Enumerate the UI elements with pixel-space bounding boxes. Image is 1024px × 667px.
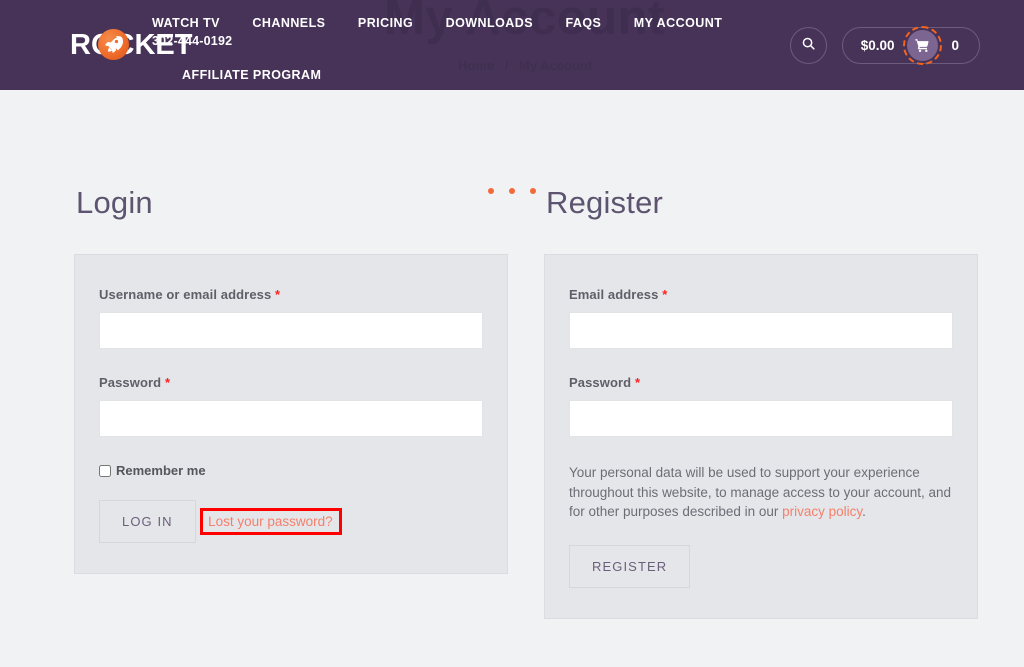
nav-item-my-account[interactable]: MY ACCOUNT xyxy=(634,16,723,30)
register-column: Register Email address * Password * Your… xyxy=(544,185,978,620)
login-password-label-text: Password xyxy=(99,375,162,390)
rocket-icon xyxy=(98,29,129,60)
header-actions: $0.00 0 xyxy=(789,26,980,65)
login-panel: Username or email address * Password * R… xyxy=(74,254,508,574)
register-button[interactable]: REGISTER xyxy=(569,545,691,589)
shopping-cart-icon[interactable] xyxy=(903,26,943,65)
register-password-label-text: Password xyxy=(569,375,632,390)
privacy-policy-link[interactable]: privacy policy xyxy=(782,504,862,519)
nav-item-affiliate-program[interactable]: AFFILIATE PROGRAM xyxy=(182,68,321,82)
remember-me-label: Remember me xyxy=(116,463,206,478)
main-navigation: WATCH TV CHANNELS PRICING DOWNLOADS FAQS… xyxy=(152,14,772,84)
account-columns: Login Username or email address * Passwo… xyxy=(74,185,979,620)
nav-row-secondary: AFFILIATE PROGRAM xyxy=(152,66,772,84)
nav-item-pricing[interactable]: PRICING xyxy=(358,16,413,30)
cart-amount: $0.00 xyxy=(860,38,895,53)
nav-item-channels[interactable]: CHANNELS xyxy=(252,16,325,30)
username-label: Username or email address * xyxy=(99,287,483,302)
search-button[interactable] xyxy=(789,27,827,64)
main-content: Login Username or email address * Passwo… xyxy=(0,90,1024,667)
privacy-notice: Your personal data will be used to suppo… xyxy=(569,463,953,522)
username-required-marker: * xyxy=(275,287,281,302)
register-password-label: Password * xyxy=(569,375,953,390)
email-label: Email address * xyxy=(569,287,953,302)
email-label-text: Email address xyxy=(569,287,659,302)
email-required-marker: * xyxy=(662,287,668,302)
login-heading: Login xyxy=(76,185,153,220)
privacy-notice-text-before: Your personal data will be used to suppo… xyxy=(569,465,951,520)
cart-item-count: 0 xyxy=(951,38,959,53)
nav-row-primary: WATCH TV CHANNELS PRICING DOWNLOADS FAQS… xyxy=(152,14,772,50)
lost-password-annotated-region: Lost your password? xyxy=(200,508,342,535)
site-header: My Account Home / My Account ROCKET WATC… xyxy=(0,0,1024,90)
login-password-required-marker: * xyxy=(164,375,171,390)
nav-item-watch-tv[interactable]: WATCH TV xyxy=(152,16,220,30)
register-button-wrap: REGISTER xyxy=(569,545,953,589)
email-input[interactable] xyxy=(569,312,953,349)
login-password-label: Password * xyxy=(99,375,483,390)
header-phone-number[interactable]: 302-444-0192 xyxy=(152,34,232,48)
search-icon xyxy=(801,36,816,56)
lost-password-link[interactable]: Lost your password? xyxy=(200,508,342,535)
username-label-text: Username or email address xyxy=(99,287,272,302)
remember-me-row[interactable]: Remember me xyxy=(99,463,483,478)
register-password-required-marker: * xyxy=(634,375,641,390)
username-input[interactable] xyxy=(99,312,483,349)
remember-me-checkbox[interactable] xyxy=(99,464,111,477)
privacy-notice-text-after: . xyxy=(862,504,866,520)
nav-item-downloads[interactable]: DOWNLOADS xyxy=(446,16,533,30)
nav-item-faqs[interactable]: FAQS xyxy=(565,16,601,30)
register-password-input[interactable] xyxy=(569,400,953,437)
register-panel: Email address * Password * Your personal… xyxy=(544,254,978,620)
login-column: Login Username or email address * Passwo… xyxy=(74,185,508,619)
register-heading: Register xyxy=(546,185,664,220)
cart-button[interactable]: $0.00 0 xyxy=(841,26,980,65)
login-button[interactable]: LOG IN xyxy=(99,500,196,543)
login-password-input[interactable] xyxy=(99,400,483,437)
